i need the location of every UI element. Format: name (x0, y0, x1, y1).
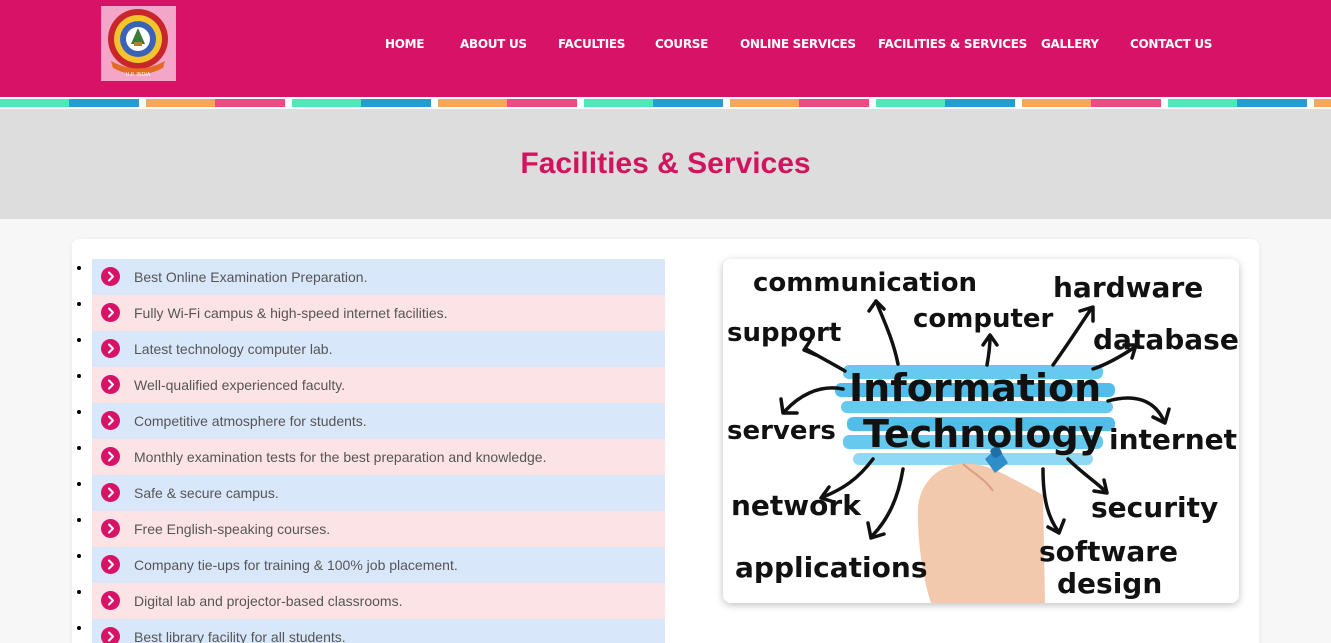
stripe-segment (945, 99, 1015, 107)
chevron-right-icon (101, 411, 120, 430)
list-item-text: Monthly examination tests for the best p… (134, 449, 547, 465)
word-security: security (1091, 491, 1218, 524)
stripe-segment (653, 99, 723, 107)
list-item: Monthly examination tests for the best p… (92, 439, 665, 475)
information-technology-illustration: communication computer hardware support … (723, 259, 1239, 603)
stripe-segment (438, 99, 508, 107)
chevron-right-icon (101, 375, 120, 394)
list-item-text: Digital lab and projector-based classroo… (134, 593, 403, 609)
chevron-right-icon (101, 591, 120, 610)
stripe-segment (146, 99, 216, 107)
stripe-segment (1237, 99, 1307, 107)
stripe-segment (1168, 99, 1238, 107)
stripe-segment (507, 99, 577, 107)
list-item: Competitive atmosphere for students. (92, 403, 665, 439)
main-nav: HOME ABOUT US FACULTIES COURSE ONLINE SE… (0, 37, 1331, 53)
nav-faculties[interactable]: FACULTIES (558, 37, 625, 51)
stripe-segment (730, 99, 800, 107)
list-item: Well-qualified experienced faculty. (92, 367, 665, 403)
stripe-segment (876, 99, 946, 107)
word-hardware: hardware (1053, 271, 1203, 304)
stripe-segment (0, 99, 70, 107)
word-technology: Technology (863, 412, 1104, 456)
stripe-segment (1022, 99, 1092, 107)
stripe-segment (584, 99, 654, 107)
stripe-segment (1314, 99, 1331, 107)
nav-online-services[interactable]: ONLINE SERVICES (740, 37, 856, 51)
word-internet: internet (1109, 423, 1237, 456)
facilities-card: Best Online Examination Preparation. Ful… (72, 239, 1259, 643)
nav-facilities-services[interactable]: FACILITIES & SERVICES (878, 37, 1027, 51)
chevron-right-icon (101, 483, 120, 502)
list-item: Free English-speaking courses. (92, 511, 665, 547)
word-support: support (727, 318, 841, 348)
stripe-segment (69, 99, 139, 107)
stripe-segment (1091, 99, 1161, 107)
word-servers: servers (727, 416, 836, 446)
list-item-text: Competitive atmosphere for students. (134, 413, 367, 429)
chevron-right-icon (101, 303, 120, 322)
word-database: database (1093, 323, 1239, 356)
it-mindmap-image: communication computer hardware support … (723, 259, 1239, 603)
nav-course[interactable]: COURSE (655, 37, 708, 51)
chevron-right-icon (101, 627, 120, 643)
page-title: Facilities & Services (520, 147, 811, 180)
word-information: Information (849, 366, 1101, 410)
stripe-segment (292, 99, 362, 107)
list-item-text: Best Online Examination Preparation. (134, 269, 368, 285)
word-computer: computer (913, 304, 1054, 334)
site-header: U.P. INDIA HOME ABOUT US FACULTIES COURS… (0, 0, 1331, 97)
word-network: network (731, 489, 862, 522)
word-design: design (1057, 567, 1162, 600)
list-item-text: Free English-speaking courses. (134, 521, 331, 537)
list-item: Best Online Examination Preparation. (92, 259, 665, 295)
nav-gallery[interactable]: GALLERY (1041, 37, 1099, 51)
list-item: Safe & secure campus. (92, 475, 665, 511)
chevron-right-icon (101, 267, 120, 286)
list-item: Company tie-ups for training & 100% job … (92, 547, 665, 583)
page-banner: Facilities & Services (0, 109, 1331, 219)
list-item-text: Well-qualified experienced faculty. (134, 377, 346, 393)
logo-caption: U.P. INDIA (126, 72, 151, 78)
stripe-segment (215, 99, 285, 107)
nav-home[interactable]: HOME (385, 37, 424, 51)
list-item-text: Best library facility for all students. (134, 629, 346, 643)
word-applications: applications (735, 551, 928, 584)
nav-contact-us[interactable]: CONTACT US (1130, 37, 1212, 51)
list-item-text: Fully Wi-Fi campus & high-speed internet… (134, 305, 448, 321)
nav-about-us[interactable]: ABOUT US (460, 37, 527, 51)
word-communication: communication (753, 268, 977, 298)
stripe-segment (799, 99, 869, 107)
chevron-right-icon (101, 339, 120, 358)
list-item: Fully Wi-Fi campus & high-speed internet… (92, 295, 665, 331)
list-item: Digital lab and projector-based classroo… (92, 583, 665, 619)
chevron-right-icon (101, 555, 120, 574)
list-item: Best library facility for all students. (92, 619, 665, 643)
list-item-text: Safe & secure campus. (134, 485, 279, 501)
list-item-text: Latest technology computer lab. (134, 341, 333, 357)
chevron-right-icon (101, 519, 120, 538)
word-software: software (1039, 535, 1178, 568)
list-item: Latest technology computer lab. (92, 331, 665, 367)
facilities-list: Best Online Examination Preparation. Ful… (92, 259, 665, 643)
chevron-right-icon (101, 447, 120, 466)
stripe-segment (361, 99, 431, 107)
list-item-text: Company tie-ups for training & 100% job … (134, 557, 458, 573)
decorative-stripe (0, 97, 1331, 109)
